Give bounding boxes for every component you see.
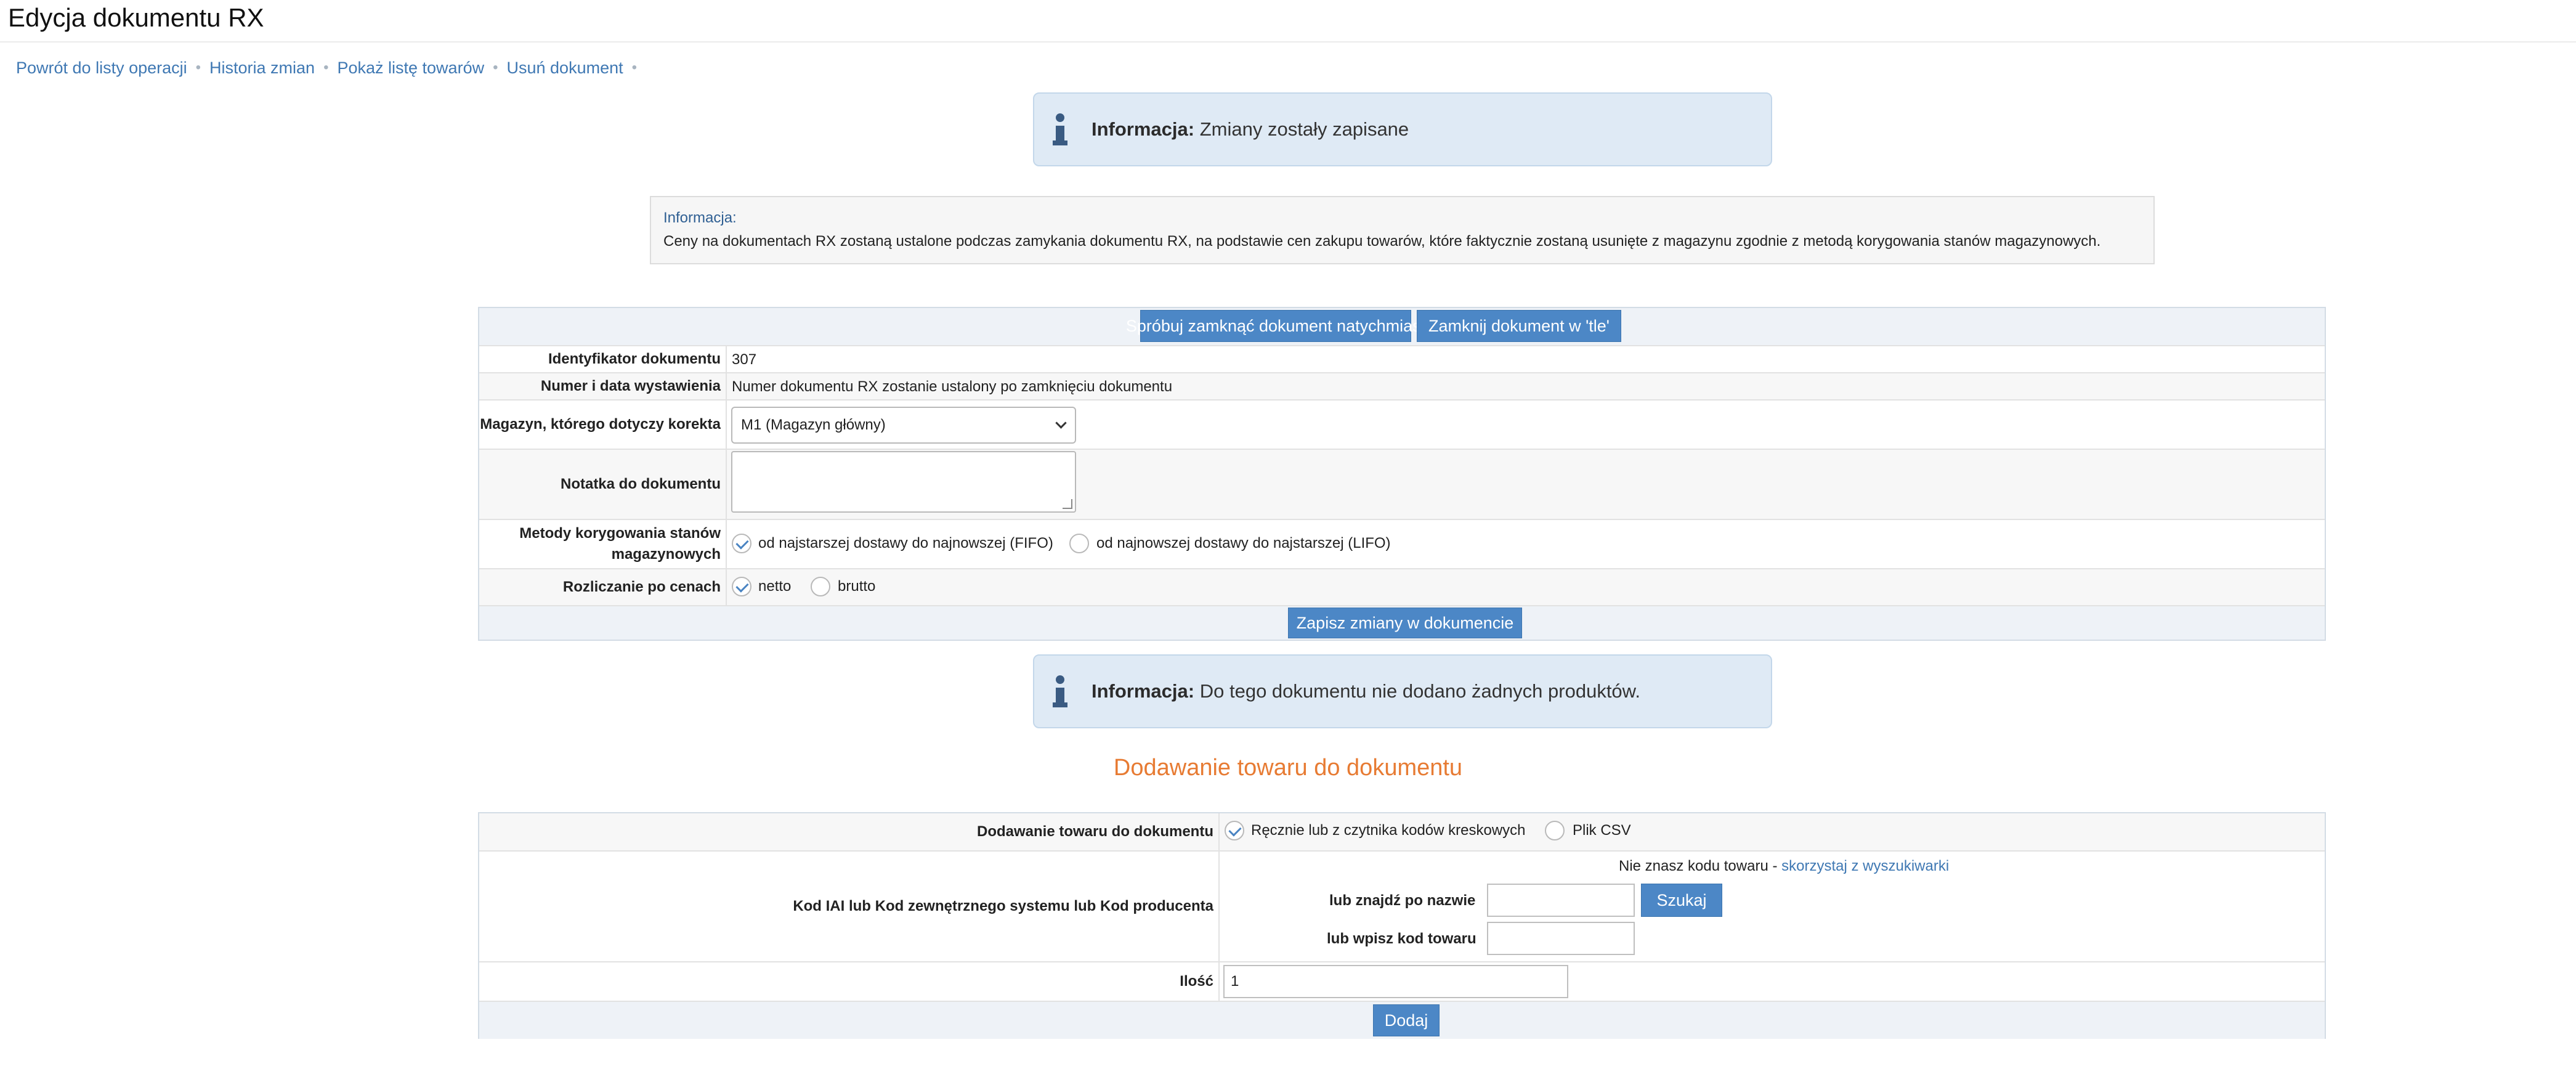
add-product-form: Dodawanie towaru do dokumentu Ręcznie lu… — [478, 812, 2326, 1039]
manual-entry-radio[interactable] — [1225, 821, 1244, 840]
info-text: Do tego dokumentu nie dodano żadnych pro… — [1199, 680, 1640, 702]
warehouse-selected-value: M1 (Magazyn główny) — [741, 417, 886, 433]
add-product-button[interactable]: Dodaj — [1373, 1004, 1440, 1036]
show-products-link[interactable]: Pokaż listę towarów — [337, 59, 484, 78]
document-id-value: 307 — [732, 351, 757, 368]
info-message-no-products: Informacja: Do tego dokumentu nie dodano… — [1033, 654, 1772, 728]
product-name-input[interactable] — [1487, 884, 1635, 917]
resize-grip-icon[interactable] — [1063, 499, 1072, 509]
brutto-label[interactable]: brutto — [838, 578, 875, 595]
manual-entry-label[interactable]: Ręcznie lub z czytnika kodów kreskowych — [1251, 822, 1526, 839]
csv-file-label[interactable]: Plik CSV — [1573, 822, 1631, 839]
form-actions-row: Spróbuj zamknąć dokument natychmiast Zam… — [479, 308, 2325, 345]
search-hint-text: Nie znasz kodu towaru - — [1619, 858, 1782, 874]
pricing-notice: Informacja: Ceny na dokumentach RX zosta… — [650, 196, 2155, 264]
enter-code-label: lub wpisz kod towaru — [1327, 930, 1476, 947]
correction-method-row: Metody korygowania stanów magazynowych o… — [479, 519, 2325, 568]
page-title: Edycja dokumentu RX — [8, 3, 264, 32]
save-changes-button[interactable]: Zapisz zmiany w dokumencie — [1288, 608, 1522, 638]
warehouse-row: Magazyn, którego dotyczy korekta M1 (Mag… — [479, 399, 2325, 449]
add-mode-label: Dodawanie towaru do dokumentu — [976, 823, 1213, 840]
back-to-operations-link[interactable]: Powrót do listy operacji — [16, 59, 187, 78]
add-product-section-title: Dodawanie towaru do dokumentu — [1113, 755, 1463, 781]
fifo-radio[interactable] — [732, 534, 751, 553]
note-textarea[interactable] — [731, 451, 1076, 513]
breadcrumb-separator: • — [195, 59, 201, 76]
pricing-row: Rozliczanie po cenach netto brutto — [479, 568, 2325, 605]
info-text: Zmiany zostały zapisane — [1199, 118, 1409, 140]
fifo-label[interactable]: od najstarszej dostawy do najnowszej (FI… — [758, 535, 1053, 552]
breadcrumb: Powrót do listy operacji • Historia zmia… — [16, 55, 646, 80]
product-code-input[interactable] — [1487, 922, 1635, 955]
document-id-label: Identyfikator dokumentu — [548, 351, 721, 367]
notice-text: Ceny na dokumentach RX zostaną ustalone … — [663, 233, 2101, 250]
save-row: Zapisz zmiany w dokumencie — [479, 605, 2325, 640]
info-icon — [1053, 113, 1069, 148]
product-code-label: Kod IAI lub Kod zewnętrznego systemu lub… — [793, 898, 1213, 914]
note-row: Notatka do dokumentu — [479, 449, 2325, 519]
breadcrumb-separator: • — [631, 59, 638, 76]
info-label: Informacja: — [1092, 680, 1195, 702]
lifo-label[interactable]: od najnowszej dostawy do najstarszej (LI… — [1096, 535, 1391, 552]
add-mode-row: Dodawanie towaru do dokumentu Ręcznie lu… — [479, 813, 2325, 850]
close-background-button[interactable]: Zamknij dokument w 'tle' — [1417, 310, 1621, 342]
netto-radio[interactable] — [732, 577, 751, 596]
document-number-row: Numer i data wystawienia Numer dokumentu… — [479, 372, 2325, 399]
netto-label[interactable]: netto — [758, 578, 791, 595]
csv-file-radio[interactable] — [1545, 821, 1565, 840]
document-form: Spróbuj zamknąć dokument natychmiast Zam… — [478, 307, 2326, 641]
note-label: Notatka do dokumentu — [560, 476, 721, 492]
document-number-label: Numer i data wystawienia — [540, 378, 721, 394]
quantity-row: Ilość 1 — [479, 961, 2325, 1001]
delete-document-link[interactable]: Usuń dokument — [507, 59, 623, 78]
warehouse-label: Magazyn, którego dotyczy korekta — [480, 416, 721, 433]
find-by-name-label: lub znajdź po nazwie — [1329, 892, 1476, 909]
warehouse-select[interactable]: M1 (Magazyn główny) — [731, 407, 1076, 444]
document-number-value: Numer dokumentu RX zostanie ustalony po … — [732, 378, 1173, 395]
change-history-link[interactable]: Historia zmian — [209, 59, 315, 78]
quantity-input[interactable]: 1 — [1223, 965, 1568, 998]
info-label: Informacja: — [1092, 118, 1195, 140]
quantity-label: Ilość — [1180, 973, 1213, 990]
info-message-saved: Informacja: Zmiany zostały zapisane — [1033, 92, 1772, 166]
document-id-row: Identyfikator dokumentu 307 — [479, 345, 2325, 372]
chevron-down-icon — [1055, 417, 1067, 429]
close-now-button[interactable]: Spróbuj zamknąć dokument natychmiast — [1126, 310, 1425, 342]
breadcrumb-separator: • — [323, 59, 329, 76]
open-search-link[interactable]: skorzystaj z wyszukiwarki — [1781, 858, 1949, 874]
add-row: Dodaj — [479, 1001, 2325, 1039]
brutto-radio[interactable] — [811, 577, 830, 596]
title-divider — [0, 41, 2576, 43]
correction-method-label: Metody korygowania stanów magazynowych — [519, 525, 721, 563]
pricing-label: Rozliczanie po cenach — [562, 579, 721, 595]
search-button[interactable]: Szukaj — [1641, 884, 1722, 917]
product-code-row: Kod IAI lub Kod zewnętrznego systemu lub… — [479, 850, 2325, 961]
lifo-radio[interactable] — [1069, 534, 1089, 553]
info-icon — [1053, 675, 1069, 710]
notice-label: Informacja: — [663, 209, 737, 226]
breadcrumb-separator: • — [493, 59, 498, 76]
